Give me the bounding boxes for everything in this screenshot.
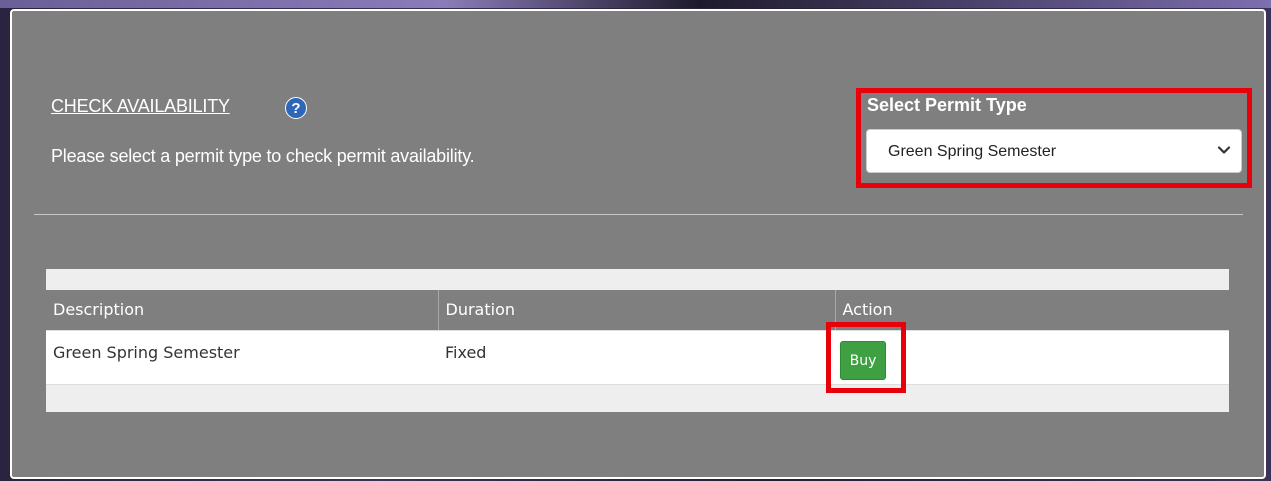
help-icon[interactable]: ?	[285, 97, 307, 119]
column-header-description: Description	[46, 290, 439, 331]
chevron-down-icon	[1217, 146, 1231, 154]
permit-type-select[interactable]: Green Spring Semester	[866, 129, 1242, 173]
permit-table: Description Duration Action Green Spring…	[46, 290, 1229, 385]
background-strip	[0, 0, 1271, 8]
buy-button[interactable]: Buy	[840, 341, 886, 380]
section-divider	[34, 214, 1243, 215]
permit-table-container: Description Duration Action Green Spring…	[46, 269, 1229, 412]
instructions-text: Please select a permit type to check per…	[51, 146, 475, 166]
permit-type-selected-value: Green Spring Semester	[888, 143, 1057, 160]
table-bottom-bar	[46, 384, 1229, 412]
table-top-bar	[46, 269, 1229, 290]
cell-duration: Fixed	[438, 330, 835, 385]
table-header-row: Description Duration Action	[46, 290, 1229, 331]
check-availability-link[interactable]: CHECK AVAILABILITY	[51, 96, 230, 117]
cell-description: Green Spring Semester	[46, 330, 438, 385]
column-header-duration: Duration	[438, 290, 836, 331]
permit-type-label: Select Permit Type	[867, 95, 1027, 115]
table-row: Green Spring Semester Fixed	[46, 330, 1229, 385]
